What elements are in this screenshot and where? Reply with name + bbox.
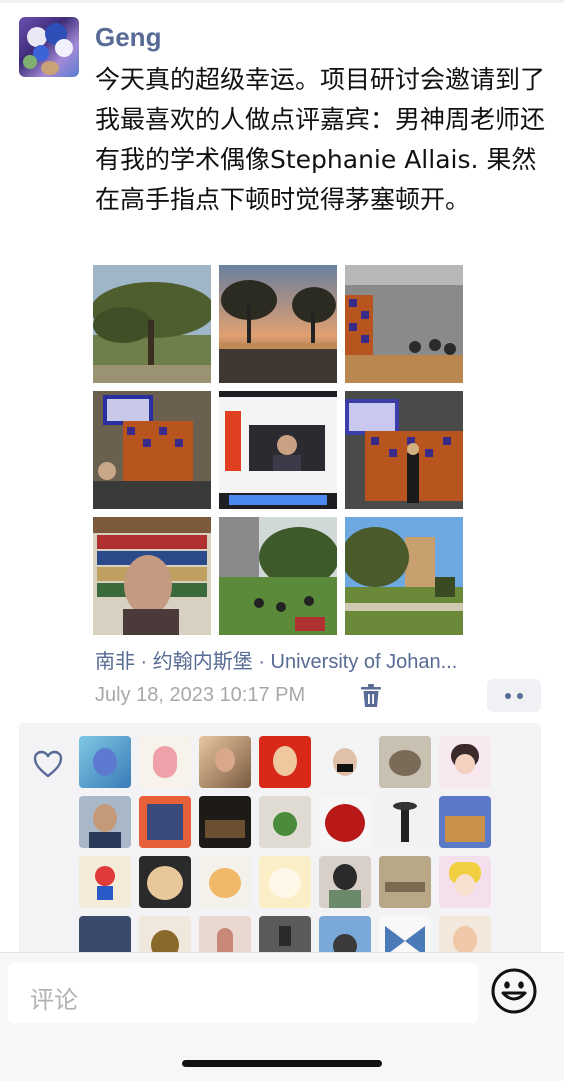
home-indicator xyxy=(182,1060,382,1067)
dot xyxy=(517,692,523,699)
liker-avatar[interactable] xyxy=(439,856,491,908)
liker-avatar[interactable] xyxy=(199,856,251,908)
liker-avatar[interactable] xyxy=(379,856,431,908)
timestamp: July 18, 2023 10:17 PM xyxy=(95,684,306,706)
liker-avatar[interactable] xyxy=(379,796,431,848)
liker-avatar[interactable] xyxy=(259,736,311,788)
photo-6[interactable] xyxy=(345,391,463,509)
liker-avatar[interactable] xyxy=(79,736,131,788)
liker-avatar[interactable] xyxy=(319,856,371,908)
comment-placeholder: 评论 xyxy=(30,987,78,1014)
liker-avatar[interactable] xyxy=(259,796,311,848)
photo-1[interactable] xyxy=(93,265,211,383)
liker-avatar[interactable] xyxy=(379,736,431,788)
dot xyxy=(505,692,511,699)
photo-7[interactable] xyxy=(93,517,211,635)
likes-section xyxy=(19,723,541,963)
photo-8[interactable] xyxy=(219,517,337,635)
liker-avatar[interactable] xyxy=(79,796,131,848)
photo-grid xyxy=(93,265,465,635)
liker-avatar[interactable] xyxy=(199,796,251,848)
comment-input[interactable]: 评论 xyxy=(8,963,478,1023)
liker-avatar[interactable] xyxy=(139,796,191,848)
photo-2[interactable] xyxy=(219,265,337,383)
liker-avatar[interactable] xyxy=(139,856,191,908)
liker-avatar[interactable] xyxy=(139,736,191,788)
location-link[interactable]: 南非 · 约翰内斯堡 · University of Johan... xyxy=(95,645,535,674)
liker-avatar-grid xyxy=(79,736,491,963)
liker-avatar[interactable] xyxy=(259,856,311,908)
photo-4[interactable] xyxy=(93,391,211,509)
photo-5[interactable] xyxy=(219,391,337,509)
liker-avatar[interactable] xyxy=(319,736,371,788)
liker-avatar[interactable] xyxy=(439,736,491,788)
liker-avatar[interactable] xyxy=(79,856,131,908)
liker-avatar[interactable] xyxy=(439,796,491,848)
smiley-icon[interactable] xyxy=(490,967,538,1015)
top-strip xyxy=(0,0,564,3)
photo-9[interactable] xyxy=(345,517,463,635)
username[interactable]: Geng xyxy=(95,22,161,53)
liker-avatar[interactable] xyxy=(319,796,371,848)
photo-3[interactable] xyxy=(345,265,463,383)
trash-icon[interactable] xyxy=(360,684,382,708)
liker-avatar[interactable] xyxy=(199,736,251,788)
avatar[interactable] xyxy=(19,17,79,77)
more-dots-icon[interactable] xyxy=(487,679,541,712)
heart-icon[interactable] xyxy=(33,750,63,778)
post-text: 今天真的超级幸运。项目研讨会邀请到了我最喜欢的人做点评嘉宾：男神周老师还有我的学… xyxy=(95,65,546,214)
